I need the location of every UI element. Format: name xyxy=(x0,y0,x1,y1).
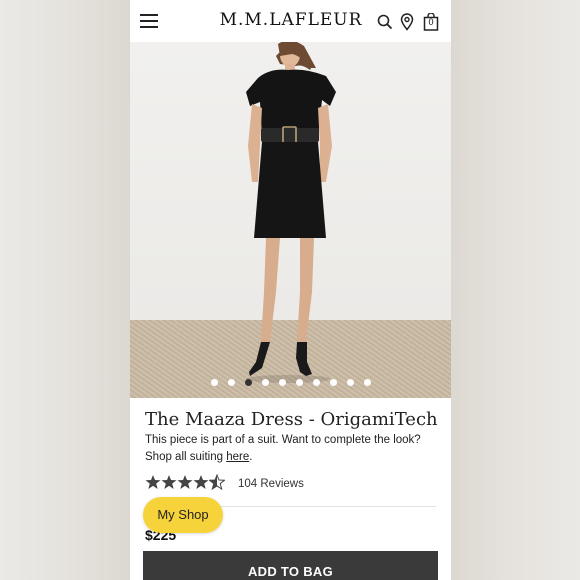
star-icon xyxy=(161,475,177,489)
my-shop-button[interactable]: My Shop xyxy=(143,497,223,533)
carousel-dots xyxy=(130,379,451,389)
carousel-dot[interactable] xyxy=(279,379,286,386)
background-right xyxy=(451,0,580,580)
top-header: M.M.LAFLEUR 0 xyxy=(130,0,451,42)
menu-icon[interactable] xyxy=(140,14,158,28)
carousel-dot[interactable] xyxy=(330,379,337,386)
bag-count: 0 xyxy=(428,17,434,27)
product-page: M.M.LAFLEUR 0 The Maaza Dress - OrigamiT… xyxy=(130,0,451,580)
search-icon[interactable] xyxy=(377,13,393,31)
model-photo xyxy=(246,42,336,383)
suiting-link[interactable]: here xyxy=(226,451,249,463)
reviews-link[interactable]: 104 Reviews xyxy=(238,478,304,490)
star-icon xyxy=(193,475,209,489)
star-half-icon xyxy=(209,474,225,490)
product-image-carousel[interactable] xyxy=(130,42,451,398)
carousel-dot[interactable] xyxy=(211,379,218,386)
carousel-dot[interactable] xyxy=(347,379,354,386)
description-suffix: . xyxy=(249,451,253,463)
star-icon xyxy=(177,475,193,489)
carousel-dot[interactable] xyxy=(296,379,303,386)
carousel-dot[interactable] xyxy=(228,379,235,386)
product-title: The Maaza Dress - OrigamiTech xyxy=(145,409,438,430)
carousel-dot[interactable] xyxy=(364,379,371,386)
location-pin-icon[interactable] xyxy=(399,13,415,31)
carousel-dot[interactable] xyxy=(313,379,320,386)
description-prefix: Shop all suiting xyxy=(145,451,227,463)
carousel-dot-active[interactable] xyxy=(245,379,252,386)
brand-logo[interactable]: M.M.LAFLEUR xyxy=(216,10,366,30)
background-left xyxy=(0,0,130,580)
product-description: This piece is part of a suit. Want to co… xyxy=(145,432,445,466)
shopping-bag-icon[interactable]: 0 xyxy=(423,13,439,31)
star-icon xyxy=(145,475,161,489)
add-to-bag-button[interactable]: ADD TO BAG xyxy=(143,551,438,580)
carousel-dot[interactable] xyxy=(262,379,269,386)
description-text: This piece is part of a suit. Want to co… xyxy=(145,434,421,446)
